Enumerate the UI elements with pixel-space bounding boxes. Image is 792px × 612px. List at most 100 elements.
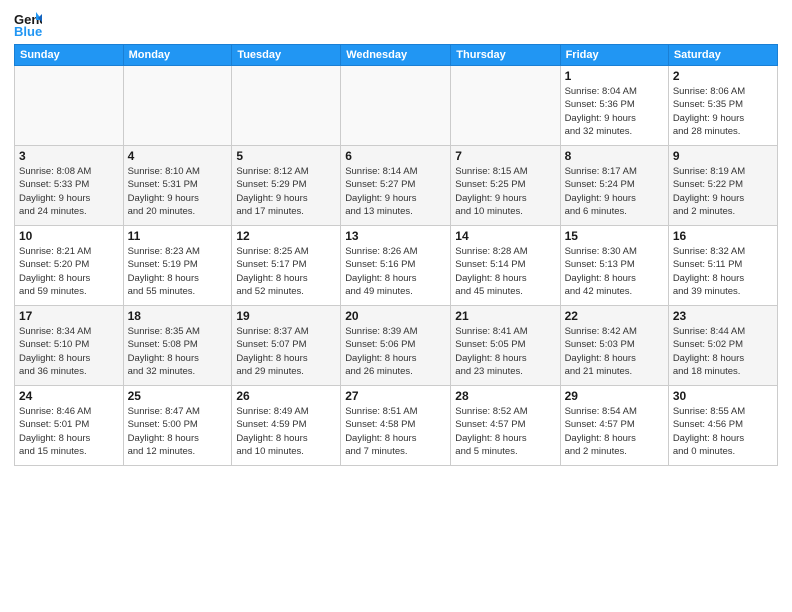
calendar-cell (123, 66, 232, 146)
header: General Blue (14, 10, 778, 38)
calendar-header: SundayMondayTuesdayWednesdayThursdayFrid… (15, 45, 778, 66)
day-info: Sunrise: 8:37 AMSunset: 5:07 PMDaylight:… (236, 325, 336, 378)
calendar-cell: 24 Sunrise: 8:46 AMSunset: 5:01 PMDayligh… (15, 386, 124, 466)
weekday-header-wednesday: Wednesday (341, 45, 451, 66)
day-number: 22 (565, 309, 664, 323)
calendar-cell: 25 Sunrise: 8:47 AMSunset: 5:00 PMDayligh… (123, 386, 232, 466)
calendar-cell: 1Sunrise: 8:04 AMSunset: 5:36 PMDaylight… (560, 66, 668, 146)
day-info: Sunrise: 8:06 AMSunset: 5:35 PMDaylight:… (673, 85, 773, 138)
day-number: 30 (673, 389, 773, 403)
day-number: 6 (345, 149, 446, 163)
calendar-cell: 26 Sunrise: 8:49 AMSunset: 4:59 PMDayligh… (232, 386, 341, 466)
day-info: Sunrise: 8:25 AMSunset: 5:17 PMDaylight:… (236, 245, 336, 298)
day-number: 26 (236, 389, 336, 403)
day-number: 19 (236, 309, 336, 323)
weekday-header-thursday: Thursday (451, 45, 560, 66)
calendar-cell (232, 66, 341, 146)
calendar-cell: 30 Sunrise: 8:55 AMSunset: 4:56 PMDayligh… (668, 386, 777, 466)
day-info: Sunrise: 8:47 AMSunset: 5:00 PMDaylight:… (128, 405, 228, 458)
day-info: Sunrise: 8:17 AMSunset: 5:24 PMDaylight:… (565, 165, 664, 218)
weekday-header-friday: Friday (560, 45, 668, 66)
day-number: 18 (128, 309, 228, 323)
day-info: Sunrise: 8:04 AMSunset: 5:36 PMDaylight:… (565, 85, 664, 138)
day-info: Sunrise: 8:12 AMSunset: 5:29 PMDaylight:… (236, 165, 336, 218)
calendar-cell: 19 Sunrise: 8:37 AMSunset: 5:07 PMDayligh… (232, 306, 341, 386)
day-number: 13 (345, 229, 446, 243)
day-number: 10 (19, 229, 119, 243)
day-info: Sunrise: 8:10 AMSunset: 5:31 PMDaylight:… (128, 165, 228, 218)
day-number: 5 (236, 149, 336, 163)
day-info: Sunrise: 8:08 AMSunset: 5:33 PMDaylight:… (19, 165, 119, 218)
day-number: 28 (455, 389, 555, 403)
calendar-week-4: 17 Sunrise: 8:34 AMSunset: 5:10 PMDayligh… (15, 306, 778, 386)
calendar-cell (15, 66, 124, 146)
logo: General Blue (14, 10, 48, 38)
calendar-cell: 4Sunrise: 8:10 AMSunset: 5:31 PMDaylight… (123, 146, 232, 226)
day-info: Sunrise: 8:21 AMSunset: 5:20 PMDaylight:… (19, 245, 119, 298)
calendar-cell: 10 Sunrise: 8:21 AMSunset: 5:20 PMDayligh… (15, 226, 124, 306)
day-number: 2 (673, 69, 773, 83)
day-number: 27 (345, 389, 446, 403)
day-number: 16 (673, 229, 773, 243)
day-info: Sunrise: 8:39 AMSunset: 5:06 PMDaylight:… (345, 325, 446, 378)
calendar-cell: 12 Sunrise: 8:25 AMSunset: 5:17 PMDayligh… (232, 226, 341, 306)
day-number: 14 (455, 229, 555, 243)
weekday-header-row: SundayMondayTuesdayWednesdayThursdayFrid… (15, 45, 778, 66)
day-info: Sunrise: 8:30 AMSunset: 5:13 PMDaylight:… (565, 245, 664, 298)
logo-icon: General Blue (14, 10, 42, 38)
calendar-week-1: 1Sunrise: 8:04 AMSunset: 5:36 PMDaylight… (15, 66, 778, 146)
day-number: 11 (128, 229, 228, 243)
calendar-cell: 16Sunrise: 8:32 AMSunset: 5:11 PMDayligh… (668, 226, 777, 306)
weekday-header-tuesday: Tuesday (232, 45, 341, 66)
day-number: 17 (19, 309, 119, 323)
day-number: 12 (236, 229, 336, 243)
weekday-header-monday: Monday (123, 45, 232, 66)
calendar-cell: 18Sunrise: 8:35 AMSunset: 5:08 PMDayligh… (123, 306, 232, 386)
day-number: 23 (673, 309, 773, 323)
day-info: Sunrise: 8:15 AMSunset: 5:25 PMDaylight:… (455, 165, 555, 218)
calendar-table: SundayMondayTuesdayWednesdayThursdayFrid… (14, 44, 778, 466)
calendar-cell: 27Sunrise: 8:51 AMSunset: 4:58 PMDayligh… (341, 386, 451, 466)
day-number: 3 (19, 149, 119, 163)
calendar-cell (341, 66, 451, 146)
day-info: Sunrise: 8:34 AMSunset: 5:10 PMDaylight:… (19, 325, 119, 378)
weekday-header-saturday: Saturday (668, 45, 777, 66)
calendar-week-3: 10 Sunrise: 8:21 AMSunset: 5:20 PMDayligh… (15, 226, 778, 306)
day-info: Sunrise: 8:26 AMSunset: 5:16 PMDaylight:… (345, 245, 446, 298)
day-info: Sunrise: 8:49 AMSunset: 4:59 PMDaylight:… (236, 405, 336, 458)
day-number: 24 (19, 389, 119, 403)
calendar-cell (451, 66, 560, 146)
calendar-cell: 17 Sunrise: 8:34 AMSunset: 5:10 PMDayligh… (15, 306, 124, 386)
day-number: 20 (345, 309, 446, 323)
calendar-cell: 5 Sunrise: 8:12 AMSunset: 5:29 PMDaylight… (232, 146, 341, 226)
day-info: Sunrise: 8:54 AMSunset: 4:57 PMDaylight:… (565, 405, 664, 458)
calendar-cell: 21 Sunrise: 8:41 AMSunset: 5:05 PMDayligh… (451, 306, 560, 386)
calendar-cell: 23Sunrise: 8:44 AMSunset: 5:02 PMDayligh… (668, 306, 777, 386)
calendar-cell: 7Sunrise: 8:15 AMSunset: 5:25 PMDaylight… (451, 146, 560, 226)
day-info: Sunrise: 8:55 AMSunset: 4:56 PMDaylight:… (673, 405, 773, 458)
day-number: 29 (565, 389, 664, 403)
day-info: Sunrise: 8:42 AMSunset: 5:03 PMDaylight:… (565, 325, 664, 378)
calendar-cell: 11 Sunrise: 8:23 AMSunset: 5:19 PMDayligh… (123, 226, 232, 306)
calendar-cell: 15Sunrise: 8:30 AMSunset: 5:13 PMDayligh… (560, 226, 668, 306)
day-info: Sunrise: 8:19 AMSunset: 5:22 PMDaylight:… (673, 165, 773, 218)
calendar-week-5: 24 Sunrise: 8:46 AMSunset: 5:01 PMDayligh… (15, 386, 778, 466)
day-number: 9 (673, 149, 773, 163)
calendar-week-2: 3 Sunrise: 8:08 AMSunset: 5:33 PMDaylight… (15, 146, 778, 226)
calendar-cell: 9 Sunrise: 8:19 AMSunset: 5:22 PMDaylight… (668, 146, 777, 226)
calendar-cell: 13 Sunrise: 8:26 AMSunset: 5:16 PMDayligh… (341, 226, 451, 306)
calendar-cell: 29 Sunrise: 8:54 AMSunset: 4:57 PMDayligh… (560, 386, 668, 466)
calendar-cell: 22 Sunrise: 8:42 AMSunset: 5:03 PMDayligh… (560, 306, 668, 386)
day-number: 8 (565, 149, 664, 163)
calendar-body: 1Sunrise: 8:04 AMSunset: 5:36 PMDaylight… (15, 66, 778, 466)
weekday-header-sunday: Sunday (15, 45, 124, 66)
day-info: Sunrise: 8:23 AMSunset: 5:19 PMDaylight:… (128, 245, 228, 298)
day-number: 21 (455, 309, 555, 323)
day-info: Sunrise: 8:14 AMSunset: 5:27 PMDaylight:… (345, 165, 446, 218)
day-info: Sunrise: 8:41 AMSunset: 5:05 PMDaylight:… (455, 325, 555, 378)
day-info: Sunrise: 8:46 AMSunset: 5:01 PMDaylight:… (19, 405, 119, 458)
day-info: Sunrise: 8:28 AMSunset: 5:14 PMDaylight:… (455, 245, 555, 298)
day-number: 25 (128, 389, 228, 403)
calendar-cell: 2 Sunrise: 8:06 AMSunset: 5:35 PMDaylight… (668, 66, 777, 146)
svg-text:Blue: Blue (14, 24, 42, 38)
